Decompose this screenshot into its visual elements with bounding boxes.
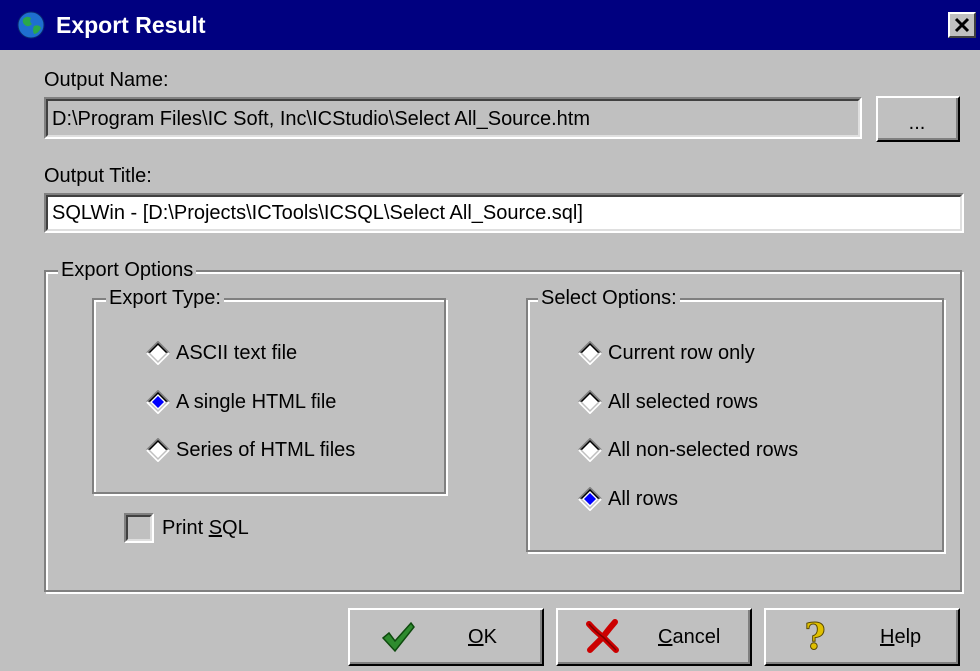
- radio-selected-icon: [146, 390, 170, 414]
- radio-unselected-icon: [578, 438, 602, 462]
- select-options-group: [526, 298, 944, 552]
- output-title-label: Output Title:: [44, 165, 152, 187]
- radio-all-rows[interactable]: All rows: [578, 487, 678, 511]
- radio-unselected-icon: [146, 438, 170, 462]
- radio-label: Series of HTML files: [176, 439, 356, 461]
- radio-label: All selected rows: [608, 391, 759, 413]
- radio-unselected-icon: [578, 390, 602, 414]
- radio-label: ASCII text file: [176, 342, 298, 364]
- export-options-legend: Export Options: [58, 258, 197, 282]
- radio-single-html-file[interactable]: A single HTML file: [146, 390, 336, 414]
- globe-icon: [17, 11, 45, 39]
- ok-button[interactable]: OK: [348, 608, 544, 666]
- help-button-label: Help: [880, 626, 922, 648]
- help-button[interactable]: ? Help: [764, 608, 960, 666]
- browse-button-label: ...: [878, 98, 958, 140]
- browse-button[interactable]: ...: [876, 96, 960, 142]
- radio-all-non-selected-rows[interactable]: All non-selected rows: [578, 438, 798, 462]
- close-button[interactable]: [948, 12, 976, 38]
- output-name-value: D:\Program Files\IC Soft, Inc\ICStudio\S…: [46, 99, 860, 137]
- select-options-legend: Select Options:: [538, 286, 680, 310]
- window-title: Export Result: [56, 12, 206, 38]
- print-sql-label: Print SQL: [162, 516, 249, 539]
- question-icon: ?: [804, 616, 826, 656]
- close-icon: [954, 17, 970, 33]
- red-x-icon: [586, 619, 619, 653]
- checkmark-icon: [381, 621, 415, 653]
- title-bar: Export Result: [0, 0, 980, 50]
- print-sql-checkbox[interactable]: Print SQL: [124, 513, 249, 543]
- svg-text:?: ?: [804, 616, 825, 656]
- radio-current-row-only[interactable]: Current row only: [578, 341, 755, 365]
- output-name-field[interactable]: D:\Program Files\IC Soft, Inc\ICStudio\S…: [44, 97, 862, 139]
- cancel-button-label: Cancel: [658, 626, 721, 648]
- radio-label: All non-selected rows: [608, 439, 799, 461]
- radio-selected-icon: [578, 487, 602, 511]
- radio-label: Current row only: [608, 342, 755, 364]
- checkbox-box: [124, 513, 154, 543]
- export-type-legend: Export Type:: [106, 286, 224, 310]
- radio-all-selected-rows[interactable]: All selected rows: [578, 390, 758, 414]
- ok-button-label: OK: [468, 626, 497, 648]
- output-title-input[interactable]: SQLWin - [D:\Projects\ICTools\ICSQL\Sele…: [44, 193, 964, 233]
- radio-series-html-files[interactable]: Series of HTML files: [146, 438, 355, 462]
- radio-unselected-icon: [578, 341, 602, 365]
- cancel-button[interactable]: Cancel: [556, 608, 752, 666]
- radio-unselected-icon: [146, 341, 170, 365]
- output-name-label: Output Name:: [44, 69, 169, 91]
- output-title-value: SQLWin - [D:\Projects\ICTools\ICSQL\Sele…: [46, 195, 962, 231]
- radio-label: A single HTML file: [176, 391, 337, 413]
- radio-ascii-text-file[interactable]: ASCII text file: [146, 341, 297, 365]
- radio-label: All rows: [608, 488, 679, 510]
